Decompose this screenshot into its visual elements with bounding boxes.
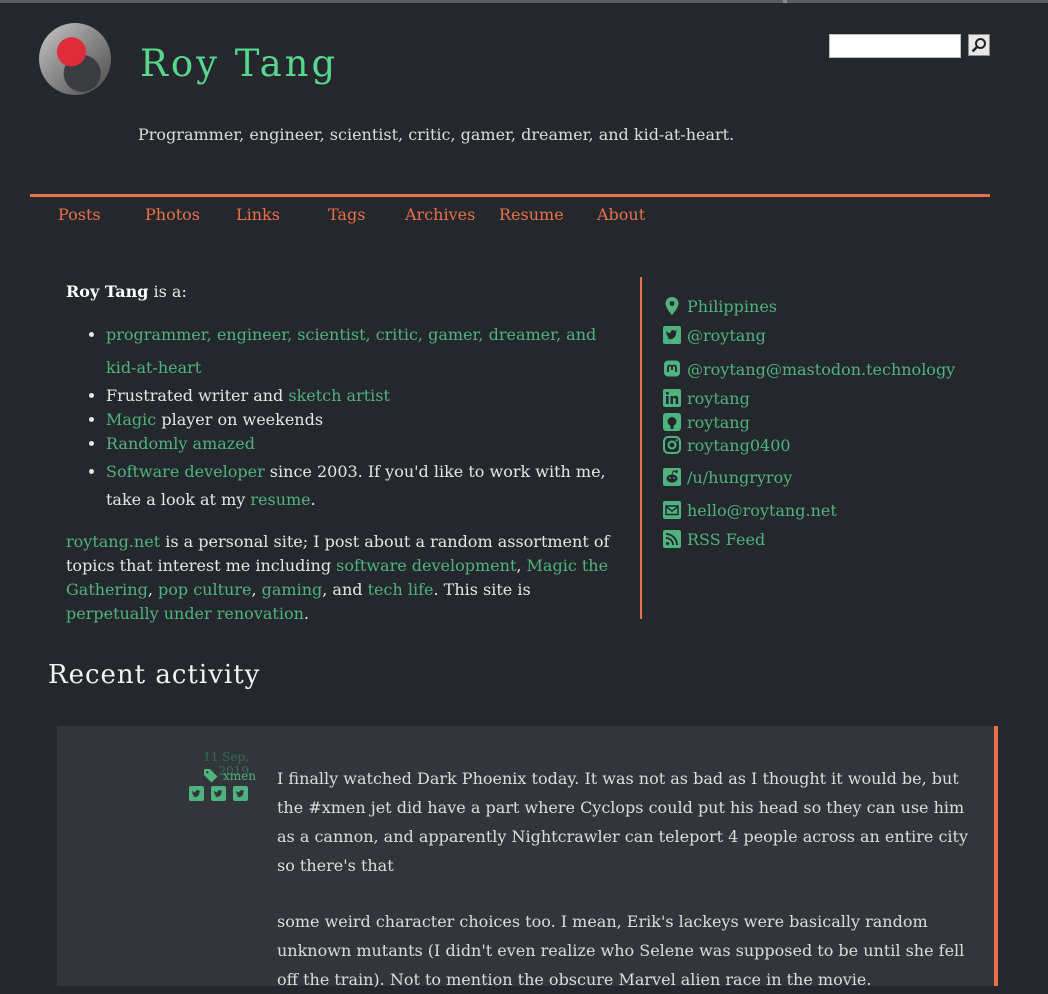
recent-activity-heading: Recent activity — [48, 660, 261, 690]
link-randomly-amazed[interactable]: Randomly amazed — [106, 434, 255, 453]
nav-archives[interactable]: Archives — [405, 205, 475, 224]
para-text: , — [251, 580, 262, 599]
intro-lead: Roy Tang is a: — [66, 280, 626, 304]
contact-email-label: hello@roytang.net — [687, 500, 837, 520]
reddit-icon — [663, 468, 681, 486]
envelope-icon — [663, 501, 681, 519]
twitter-icon[interactable] — [233, 786, 248, 801]
intro-list: programmer, engineer, scientist, critic,… — [66, 318, 626, 514]
post-paragraph: I finally watched Dark Phoenix today. It… — [277, 769, 968, 875]
list-item: Software developer since 2003. If you'd … — [106, 458, 626, 514]
instagram-icon — [663, 436, 681, 454]
contact-linkedin-label: roytang — [687, 388, 750, 408]
rss-icon — [663, 530, 681, 548]
post-tag-label: xmen — [223, 769, 256, 783]
list-item: Randomly amazed — [106, 432, 626, 456]
link-under-renovation[interactable]: perpetually under renovation — [66, 604, 304, 623]
tag-icon — [204, 769, 218, 783]
activity-card: 11 Sep, 2019 xmen I finally watched Dark… — [57, 726, 998, 989]
link-site[interactable]: roytang.net — [66, 532, 160, 551]
para-text: , — [147, 580, 159, 599]
contact-mastodon-label: @roytang@mastodon.technology — [687, 359, 956, 379]
github-icon — [663, 413, 681, 431]
contact-reddit[interactable]: /u/hungryroy — [662, 465, 792, 489]
site-title[interactable]: Roy Tang — [140, 42, 338, 85]
twitter-icon — [663, 326, 681, 344]
contact-rss[interactable]: RSS Feed — [662, 527, 765, 551]
para-text: . — [303, 604, 309, 623]
nav-divider — [30, 194, 990, 197]
nav-photos[interactable]: Photos — [145, 205, 200, 224]
link-sketch-artist[interactable]: sketch artist — [288, 386, 390, 405]
mastodon-icon — [664, 360, 680, 377]
twitter-icon[interactable] — [211, 786, 226, 801]
search-input[interactable] — [829, 34, 961, 58]
linkedin-icon — [663, 389, 681, 407]
syndication-links — [189, 786, 248, 801]
avatar[interactable] — [39, 23, 111, 95]
intro-section: Roy Tang is a: programmer, engineer, sci… — [66, 280, 626, 626]
list-text: player on weekends — [156, 410, 324, 429]
window-top-bar — [0, 0, 1048, 3]
nav-about[interactable]: About — [597, 205, 645, 224]
post-paragraph: some weird character choices too. I mean… — [277, 912, 965, 989]
intro-paragraph: roytang.net is a personal site; I post a… — [66, 530, 626, 626]
contact-github[interactable]: roytang — [662, 410, 750, 434]
list-text: . — [310, 490, 316, 509]
post-content: I finally watched Dark Phoenix today. It… — [277, 764, 977, 994]
contact-github-label: roytang — [687, 412, 750, 432]
site-tagline: Programmer, engineer, scientist, critic,… — [138, 125, 735, 144]
intro-lead-suffix: is a: — [148, 282, 187, 301]
intro-link-tagline[interactable]: programmer, engineer, scientist, critic,… — [106, 325, 596, 377]
link-gaming[interactable]: gaming — [262, 580, 323, 599]
link-software-developer[interactable]: Software developer — [106, 462, 265, 481]
list-item: Frustrated writer and sketch artist — [106, 384, 626, 408]
window-scroll-knob[interactable] — [783, 0, 787, 3]
map-marker-icon — [665, 297, 679, 315]
main-nav: Posts Photos Links Tags Archives Resume … — [0, 205, 1048, 229]
post-tag[interactable]: xmen — [203, 768, 256, 784]
para-text: , — [516, 556, 527, 575]
contact-instagram[interactable]: roytang0400 — [662, 433, 791, 457]
para-text: , and — [322, 580, 368, 599]
para-text: . This site is — [433, 580, 531, 599]
search-icon — [971, 38, 986, 53]
contact-linkedin[interactable]: roytang — [662, 386, 750, 410]
intro-name: Roy Tang — [66, 282, 149, 301]
contact-mastodon[interactable]: @roytang@mastodon.technology — [662, 357, 955, 381]
link-pop-culture[interactable]: pop culture — [158, 580, 251, 599]
nav-links[interactable]: Links — [236, 205, 280, 224]
link-resume[interactable]: resume — [250, 490, 310, 509]
contact-twitter[interactable]: @roytang — [662, 323, 766, 347]
link-tech-life[interactable]: tech life — [368, 580, 434, 599]
contact-twitter-label: @roytang — [687, 325, 766, 345]
link-software-development[interactable]: software development — [336, 556, 516, 575]
contact-reddit-label: /u/hungryroy — [687, 467, 793, 487]
contact-location-label: Philippines — [687, 296, 778, 316]
list-text: Frustrated writer and — [106, 386, 289, 405]
twitter-icon[interactable] — [189, 786, 204, 801]
nav-posts[interactable]: Posts — [58, 205, 101, 224]
contact-location[interactable]: Philippines — [662, 294, 777, 318]
link-magic[interactable]: Magic — [106, 410, 156, 429]
contact-rss-label: RSS Feed — [687, 529, 766, 549]
nav-tags[interactable]: Tags — [328, 205, 365, 224]
nav-resume[interactable]: Resume — [499, 205, 564, 224]
contact-instagram-label: roytang0400 — [687, 435, 791, 455]
list-item: programmer, engineer, scientist, critic,… — [106, 318, 626, 384]
list-item: Magic player on weekends — [106, 408, 626, 432]
contact-email[interactable]: hello@roytang.net — [662, 498, 837, 522]
column-divider — [640, 277, 642, 619]
search-button[interactable] — [968, 34, 990, 56]
